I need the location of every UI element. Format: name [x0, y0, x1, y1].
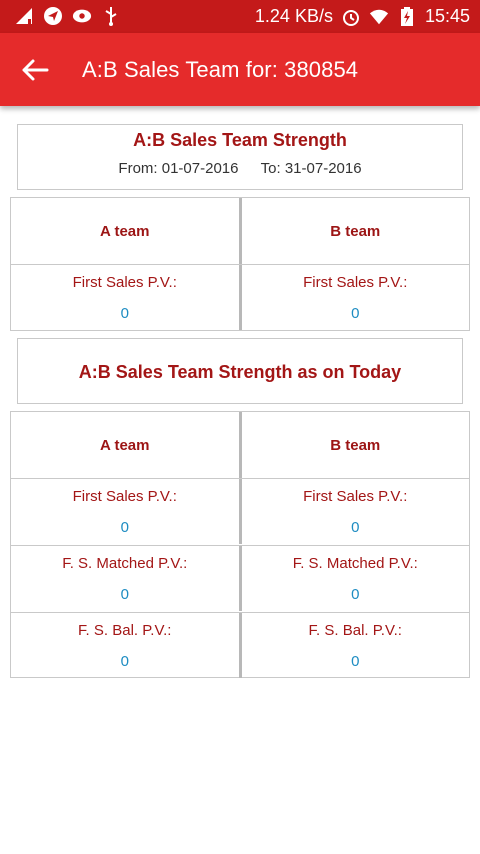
- row-label: First Sales P.V.:: [72, 274, 177, 291]
- table-row: First Sales P.V.: 0 First Sales P.V.: 0: [11, 264, 469, 330]
- cell-a: F. S. Matched P.V.: 0: [11, 546, 242, 611]
- row-label: First Sales P.V.:: [303, 488, 408, 505]
- row-label: F. S. Bal. P.V.:: [78, 622, 172, 639]
- cell-a: First Sales P.V.: 0: [11, 265, 242, 330]
- row-value: 0: [351, 519, 360, 536]
- row-label: F. S. Matched P.V.:: [62, 555, 188, 572]
- today-strength-card: A:B Sales Team Strength as on Today: [17, 338, 463, 404]
- status-bar: 1.24 KB/s 15:45: [0, 0, 480, 33]
- row-value: 0: [351, 653, 360, 670]
- header-cell-b: B team: [242, 198, 470, 264]
- row-label: First Sales P.V.:: [72, 488, 177, 505]
- table-row: F. S. Matched P.V.: 0 F. S. Matched P.V.…: [11, 545, 469, 611]
- back-button[interactable]: [14, 49, 56, 91]
- row-label: First Sales P.V.:: [303, 274, 408, 291]
- row-label: F. S. Matched P.V.:: [292, 555, 418, 572]
- navigation-icon: [43, 6, 63, 26]
- network-speed: 1.24 KB/s: [254, 6, 333, 26]
- column-header: B team: [330, 436, 381, 454]
- date-range: From: 01-07-2016 To: 31-07-2016: [18, 160, 462, 177]
- row-value: 0: [120, 653, 129, 670]
- app-bar: A:B Sales Team for: 380854: [0, 33, 480, 106]
- back-arrow-icon: [22, 59, 49, 81]
- table-header-row: A team B team: [11, 198, 469, 264]
- cell-b: First Sales P.V.: 0: [242, 479, 470, 544]
- row-value: 0: [120, 586, 129, 603]
- cell-b: F. S. Matched P.V.: 0: [242, 546, 470, 611]
- status-icons-right: 1.24 KB/s 15:45: [255, 6, 470, 27]
- table-row: First Sales P.V.: 0 First Sales P.V.: 0: [11, 478, 469, 544]
- usb-icon: [101, 6, 121, 26]
- cell-b: F. S. Bal. P.V.: 0: [242, 613, 470, 678]
- clock: 15:45: [424, 6, 470, 26]
- cell-a: F. S. Bal. P.V.: 0: [11, 613, 242, 678]
- column-header: A team: [100, 222, 150, 240]
- team-strength-table: A team B team First Sales P.V.: 0 First …: [10, 197, 470, 331]
- header-cell-b: B team: [242, 412, 470, 478]
- cell-b: First Sales P.V.: 0: [242, 265, 470, 330]
- from-date: From: 01-07-2016: [118, 160, 239, 177]
- table-row: F. S. Bal. P.V.: 0 F. S. Bal. P.V.: 0: [11, 612, 469, 678]
- signal-icon: [14, 6, 34, 26]
- cell-a: First Sales P.V.: 0: [11, 479, 242, 544]
- page-title: A:B Sales Team for: 380854: [82, 57, 359, 82]
- row-value: 0: [120, 519, 129, 536]
- row-value: 0: [120, 305, 129, 322]
- row-value: 0: [351, 586, 360, 603]
- team-strength-card: A:B Sales Team Strength From: 01-07-2016…: [17, 124, 463, 190]
- section-title: A:B Sales Team Strength: [133, 130, 347, 150]
- table-header-row: A team B team: [11, 412, 469, 478]
- column-header: A team: [100, 436, 150, 454]
- header-cell-a: A team: [11, 198, 242, 264]
- wifi-icon: [369, 7, 389, 27]
- status-icons-left: [14, 6, 121, 26]
- row-label: F. S. Bal. P.V.:: [308, 622, 402, 639]
- section-title: A:B Sales Team Strength as on Today: [78, 362, 402, 382]
- alarm-icon: [341, 7, 361, 27]
- column-header: B team: [330, 222, 381, 240]
- row-value: 0: [351, 305, 360, 322]
- to-date: To: 31-07-2016: [260, 160, 362, 177]
- header-cell-a: A team: [11, 412, 242, 478]
- app-notification-icon: [72, 6, 92, 26]
- battery-icon: [397, 6, 417, 27]
- today-strength-table: A team B team First Sales P.V.: 0 First …: [10, 411, 470, 678]
